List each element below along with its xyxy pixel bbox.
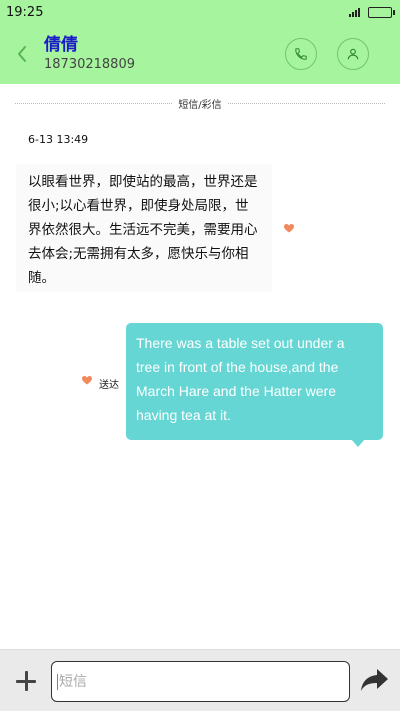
chevron-left-icon [18,46,26,62]
message-input[interactable] [51,661,350,702]
divider-line [15,103,173,104]
call-button[interactable] [285,38,317,70]
text-caret [57,674,58,690]
message-type-divider: 短信/彩信 [15,96,385,111]
compose-bar [0,649,400,711]
send-button[interactable] [360,667,390,693]
heart-icon [82,376,92,385]
heart-icon [284,224,294,233]
outgoing-message-bubble[interactable]: There was a table set out under a tree i… [126,323,383,440]
message-thread[interactable]: 短信/彩信 6-13 13:49 以眼看世界，即使站的最高，世界还是很小;以心看… [0,84,400,649]
add-attachment-button[interactable] [14,669,38,693]
status-time: 19:25 [6,4,44,20]
person-icon [347,48,359,60]
back-button[interactable] [0,24,44,84]
status-indicators [349,6,395,18]
signal-icon [349,7,360,17]
contact-profile-button[interactable] [337,38,369,70]
divider-line [227,103,385,104]
delivery-status: 送达 [99,380,119,391]
conversation-header: 倩倩 18730218809 [0,24,400,84]
status-bar: 19:25 [0,0,400,24]
outgoing-bubble-tail [351,439,365,447]
battery-icon [368,6,395,18]
incoming-message-bubble[interactable]: 以眼看世界，即使站的最高，世界还是很小;以心看世界，即使身处局限，世界依然很大。… [16,164,272,292]
divider-label: 短信/彩信 [178,100,222,111]
message-timestamp: 6-13 13:49 [28,133,89,146]
phone-icon [295,48,307,60]
send-arrow-icon [361,669,388,691]
